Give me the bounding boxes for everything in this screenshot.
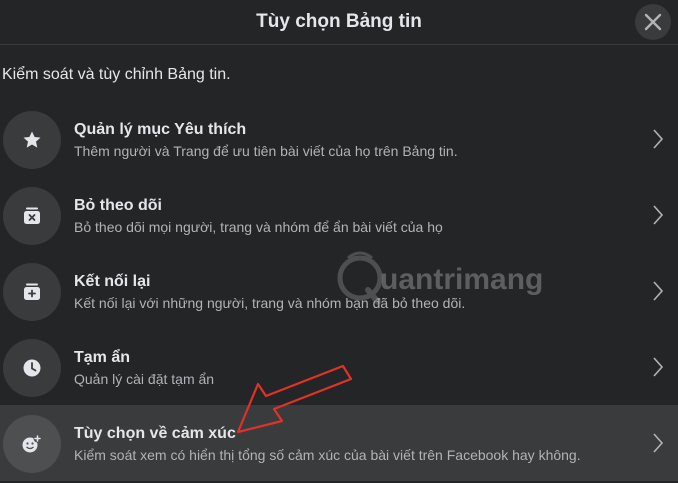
reconnect-icon (24, 283, 40, 300)
option-title: Quản lý mục Yêu thích (74, 121, 247, 138)
option-unfollow[interactable]: Bỏ theo dõi Bỏ theo dõi mọi người, trang… (0, 177, 678, 253)
icon-circle (3, 415, 61, 473)
option-reactions[interactable]: Tùy chọn về cảm xúc Kiểm soát xem có hiể… (0, 405, 678, 481)
option-favorites[interactable]: Quản lý mục Yêu thích Thêm người và Tran… (0, 101, 678, 177)
reaction-icon (22, 434, 42, 453)
option-reconnect[interactable]: Kết nối lại Kết nối lại với những người,… (0, 253, 678, 329)
unfollow-icon (24, 207, 40, 224)
clock-icon (23, 359, 41, 377)
option-description: Bỏ theo dõi mọi người, trang và nhóm để … (74, 219, 443, 235)
icon-circle (3, 111, 61, 169)
option-title: Kết nối lại (74, 273, 151, 290)
option-title: Tùy chọn về cảm xúc (74, 425, 236, 442)
icon-circle (3, 339, 61, 397)
option-title: Tạm ẩn (74, 349, 131, 366)
dialog-header: Tùy chọn Bảng tin (0, 0, 678, 45)
chevron-right-icon (653, 281, 664, 301)
icon-circle (3, 263, 61, 321)
dialog-subtitle: Kiểm soát và tùy chỉnh Bảng tin. (2, 66, 231, 83)
option-description: Thêm người và Trang để ưu tiên bài viết … (74, 143, 458, 159)
option-snooze[interactable]: Tạm ẩn Quản lý cài đặt tạm ẩn (0, 329, 678, 405)
close-button[interactable] (635, 4, 671, 40)
chevron-right-icon (653, 205, 664, 225)
chevron-right-icon (653, 129, 664, 149)
option-description: Kiểm soát xem có hiển thị tổng số cảm xú… (74, 447, 581, 463)
options-list: Quản lý mục Yêu thích Thêm người và Tran… (0, 101, 678, 481)
dialog-title: Tùy chọn Bảng tin (256, 11, 422, 32)
close-icon (644, 13, 662, 31)
chevron-right-icon (653, 433, 664, 453)
chevron-right-icon (653, 357, 664, 377)
watermark-text: uantrimang (380, 263, 544, 296)
option-title: Bỏ theo dõi (74, 197, 162, 214)
option-description: Quản lý cài đặt tạm ẩn (74, 371, 215, 387)
star-icon (23, 131, 41, 148)
option-description: Kết nối lại với những người, trang và nh… (74, 295, 466, 311)
icon-circle (3, 187, 61, 245)
